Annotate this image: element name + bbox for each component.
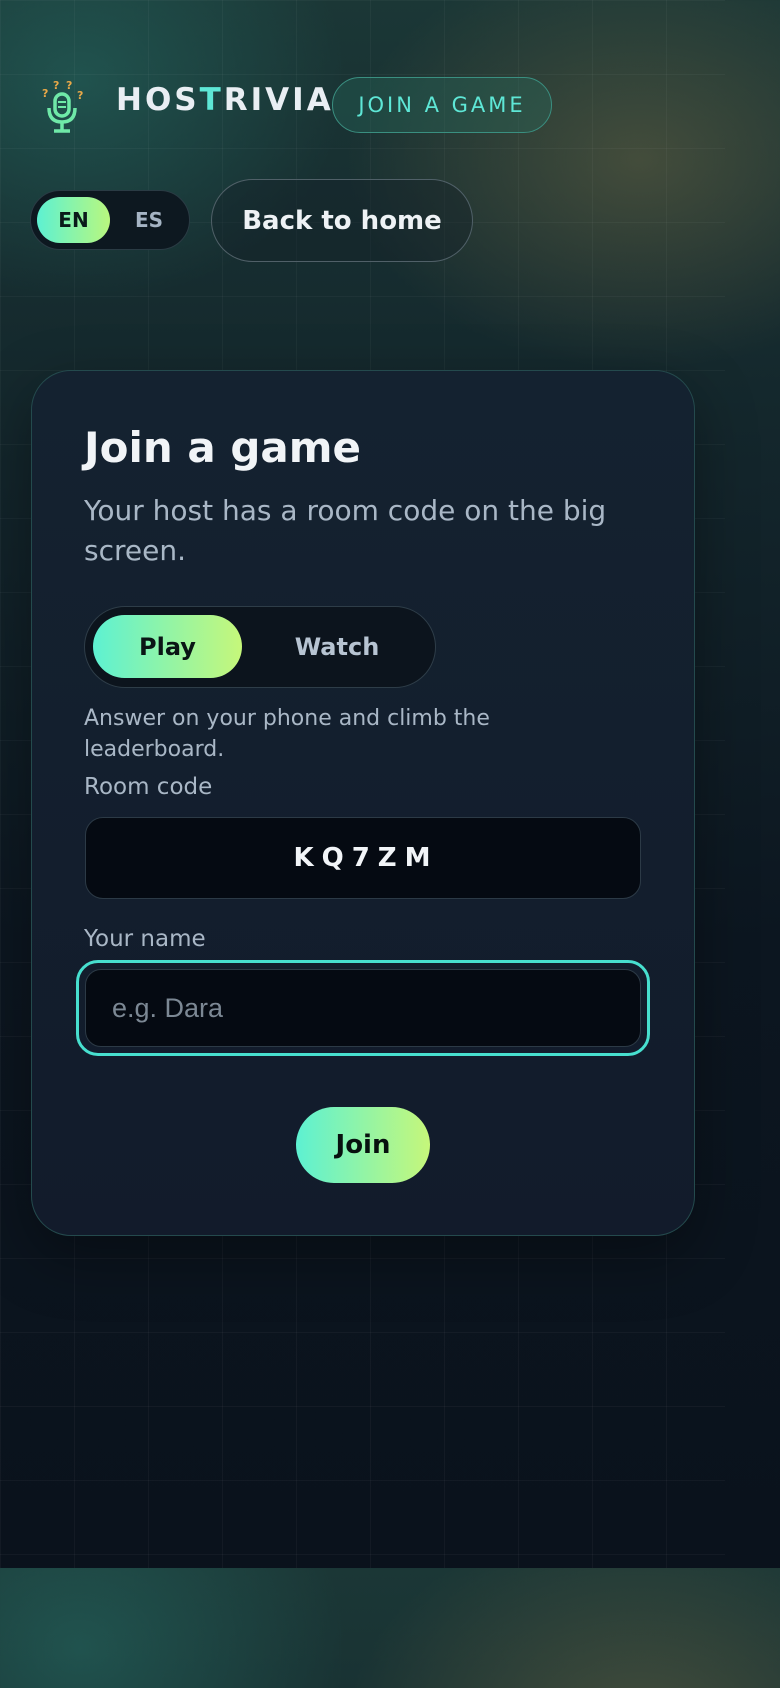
your-name-label: Your name	[84, 926, 206, 952]
language-option-es[interactable]: ES	[119, 197, 179, 243]
join-button[interactable]: Join	[296, 1107, 430, 1183]
svg-text:?: ?	[53, 79, 59, 92]
brand-name: HOSTRIVIA	[116, 82, 334, 118]
room-code-label: Room code	[84, 774, 213, 800]
svg-text:?: ?	[42, 87, 48, 100]
svg-text:?: ?	[66, 79, 72, 92]
room-code-input[interactable]	[85, 817, 641, 899]
join-a-game-link[interactable]: JOIN A GAME	[332, 77, 552, 133]
name-input[interactable]	[85, 969, 641, 1047]
join-game-card: Join a game Your host has a room code on…	[31, 370, 695, 1236]
mode-option-watch[interactable]: Watch	[261, 615, 413, 678]
language-option-en[interactable]: EN	[37, 197, 110, 243]
card-subtitle: Your host has a room code on the big scr…	[84, 494, 607, 567]
name-input-focus-ring	[76, 960, 650, 1056]
mode-description: Answer on your phone and climb the leade…	[84, 706, 490, 762]
microphone-question-icon: ? ? ? ?	[42, 79, 83, 133]
card-title: Join a game	[84, 423, 362, 472]
mode-option-play[interactable]: Play	[93, 615, 242, 678]
mode-toggle: Play Watch	[84, 606, 436, 688]
svg-text:?: ?	[77, 89, 83, 102]
app-header: ? ? ? ? HOSTRIVIA	[38, 76, 331, 134]
language-toggle: EN ES	[30, 190, 190, 250]
back-to-home-button[interactable]: Back to home	[211, 179, 473, 262]
